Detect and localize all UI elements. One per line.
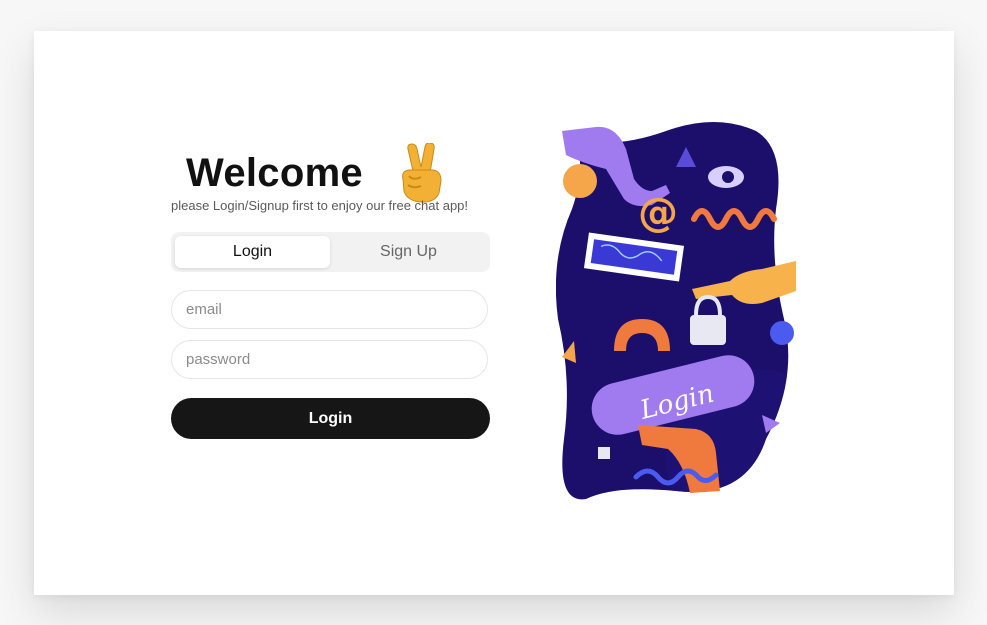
tab-signup[interactable]: Sign Up (331, 236, 486, 268)
tab-login[interactable]: Login (175, 236, 330, 268)
page-subtitle: please Login/Signup first to enjoy our f… (171, 198, 469, 213)
email-field[interactable] (171, 290, 488, 329)
svg-text:@: @ (638, 190, 678, 236)
login-illustration: @ Login (556, 122, 796, 500)
login-button[interactable]: Login (171, 398, 490, 439)
welcome-header: Welcome (186, 142, 443, 203)
password-field[interactable] (171, 340, 488, 379)
page-title: Welcome (186, 150, 363, 195)
login-card: Welcome please Login/Signup first to enj… (34, 31, 954, 595)
auth-tabs: Login Sign Up (171, 232, 490, 272)
victory-hand-icon (397, 142, 443, 203)
